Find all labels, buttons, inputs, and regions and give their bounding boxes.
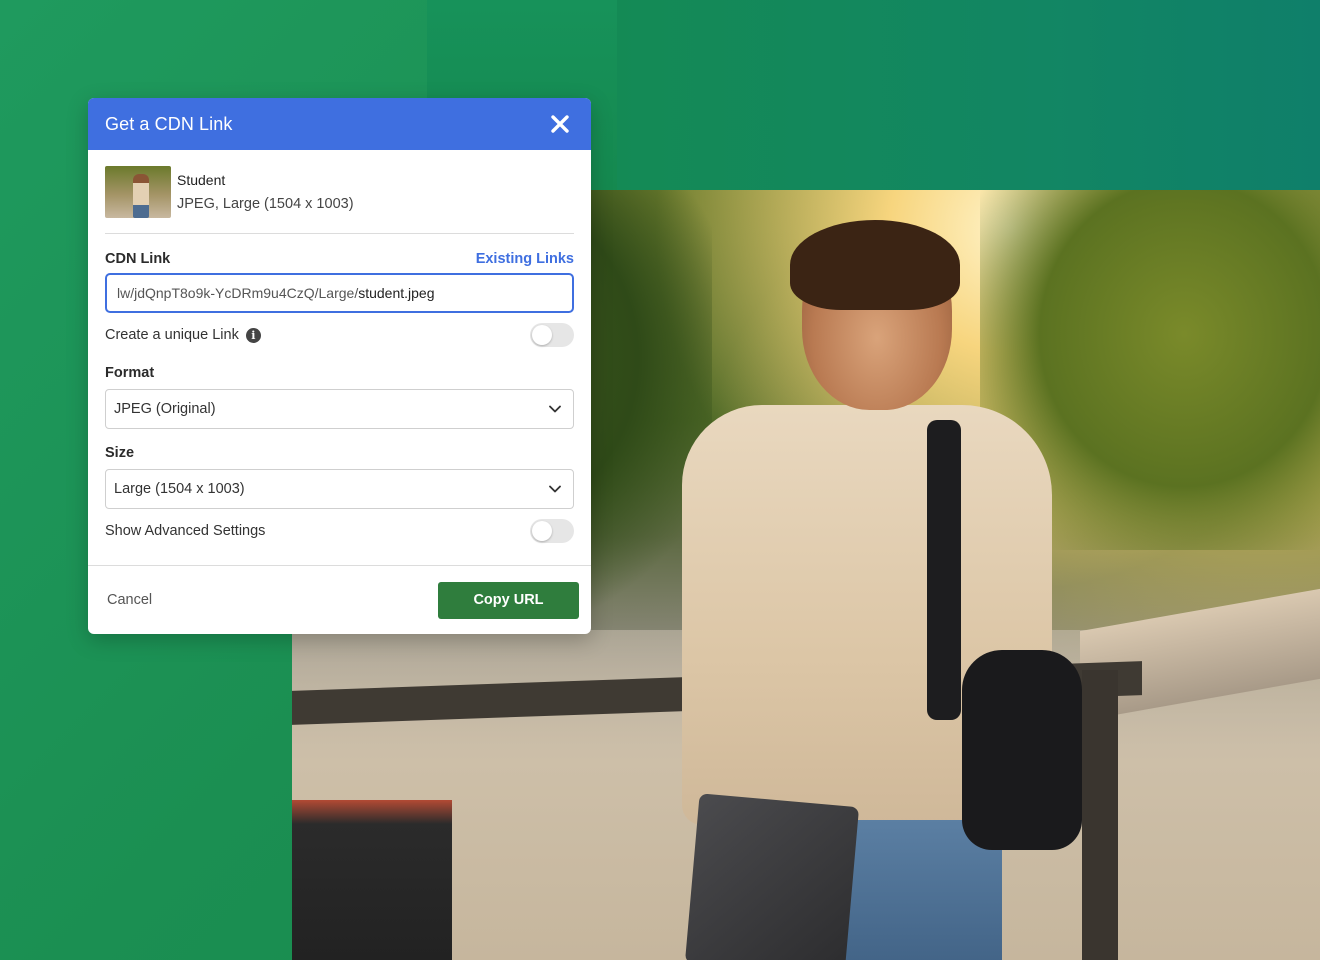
file-summary: Student JPEG, Large (1504 x 1003) xyxy=(105,150,574,234)
file-thumbnail xyxy=(105,165,171,218)
close-button[interactable] xyxy=(547,111,573,137)
advanced-settings-toggle[interactable] xyxy=(530,519,574,543)
cdn-link-label: CDN Link xyxy=(105,251,171,267)
close-icon xyxy=(551,115,569,133)
student-figure xyxy=(672,220,1092,960)
format-select[interactable]: JPEG (Original) xyxy=(105,389,574,429)
dialog-header: Get a CDN Link xyxy=(88,98,591,150)
file-info: JPEG, Large (1504 x 1003) xyxy=(177,195,354,212)
size-label: Size xyxy=(105,445,135,461)
cdn-link-field[interactable]: lw/jdQnpT8o9k-YcDRm9u4CzQ/Large/student.… xyxy=(105,273,574,313)
size-select[interactable]: Large (1504 x 1003) xyxy=(105,469,574,509)
dialog-title: Get a CDN Link xyxy=(105,113,233,134)
copy-url-button[interactable]: Copy URL xyxy=(438,581,579,619)
chevron-down-icon xyxy=(549,485,561,493)
dialog-footer: Cancel Copy URL xyxy=(88,565,591,634)
background-panel xyxy=(617,0,1320,190)
file-name: Student xyxy=(177,171,226,188)
format-value: JPEG (Original) xyxy=(114,401,216,417)
cdn-link-path: lw/jdQnpT8o9k-YcDRm9u4CzQ/Large/ xyxy=(117,285,359,301)
unique-link-label: Create a unique Link xyxy=(105,327,239,343)
cancel-button[interactable]: Cancel xyxy=(107,592,152,608)
cdn-link-dialog: Get a CDN Link Student JPEG, Large (1504… xyxy=(88,98,591,634)
cdn-link-filename: student.jpeg xyxy=(358,285,435,301)
unique-link-toggle[interactable] xyxy=(530,323,574,347)
size-value: Large (1504 x 1003) xyxy=(114,481,245,497)
info-icon[interactable]: i xyxy=(245,327,261,343)
existing-links-link[interactable]: Existing Links xyxy=(476,251,574,267)
format-label: Format xyxy=(105,365,155,381)
chevron-down-icon xyxy=(549,405,561,413)
advanced-settings-label: Show Advanced Settings xyxy=(105,523,266,539)
